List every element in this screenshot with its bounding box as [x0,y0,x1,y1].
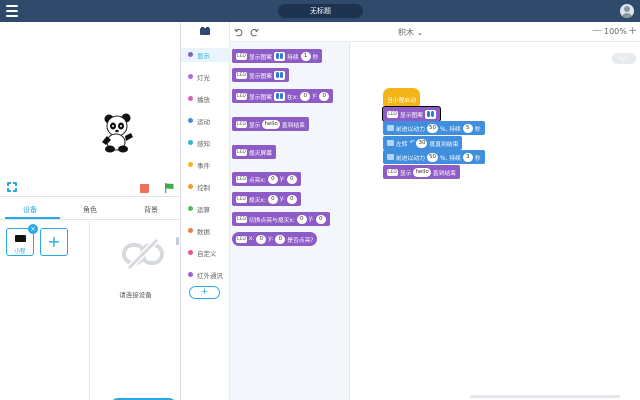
y-input[interactable]: 0 [319,91,330,101]
redo-icon[interactable] [250,28,259,37]
block-script-move-forward-2[interactable]: 前进以动力 50%, 持续 3 秒 [383,150,485,164]
disconnected-link-icon [122,237,164,272]
block-script-show-pattern[interactable]: LED 显示图案 [381,106,442,122]
blocks-dropdown[interactable]: 积木 ⌄ [398,27,423,38]
category-data[interactable]: 数据 [181,224,230,238]
text-input[interactable]: hello [262,119,280,129]
panel-resize-handle[interactable] [176,237,179,245]
category-events[interactable]: 事件 [181,158,230,172]
block-is-lit-xy[interactable]: LED x: 0 y: 0 是否点亮? [232,232,318,246]
block-script-show-text[interactable]: LED 显示 hello 直到结束 [383,165,460,179]
zoom-level: 100% [604,27,627,36]
code-view-toggle[interactable]: </> [612,53,636,64]
power-input[interactable]: 50 [427,152,438,162]
duration-input[interactable]: 5 [462,123,473,133]
block-script-turn-left[interactable]: 左转 ↶ 30 度直到结束 [383,136,463,150]
power-input[interactable]: 50 [427,123,438,133]
stage-panel: 设备 角色 背景 小程 × + 请连接设备 连接 [0,22,181,400]
category-custom[interactable]: 自定义 [181,246,230,260]
pattern-picker[interactable] [274,51,286,61]
block-show-text-until-done[interactable]: LED 显示 hello 直到结束 [232,117,309,131]
x-input[interactable]: 0 [296,214,307,224]
tab-underline [5,217,60,219]
add-extension-button[interactable]: + [189,286,220,299]
duration-input[interactable]: 1 [300,51,311,61]
device-card[interactable]: 小程 × [6,224,38,256]
y-input[interactable]: 0 [275,234,286,244]
fullscreen-icon[interactable] [6,181,18,193]
duration-input[interactable]: 3 [462,152,473,162]
block-light-up-xy[interactable]: LED 点亮x: 0 y: 0 [232,172,301,186]
top-bar: 无标题 [0,0,640,22]
horizontal-scrollbar[interactable] [470,395,620,398]
category-infrared[interactable]: 红外通讯 [181,268,230,282]
zoom-out-button[interactable]: — [592,25,602,36]
stage-tabs: 设备 角色 背景 [0,198,181,220]
device-area: 小程 × + 请连接设备 连接 [0,221,181,400]
block-show-pattern[interactable]: LED 显示图案 [232,68,290,82]
y-input[interactable]: 0 [315,214,326,224]
motion-icon [387,154,394,160]
block-when-start[interactable]: 当小程启动 [383,88,420,106]
divider [89,221,90,400]
green-flag-icon[interactable] [164,183,174,193]
avatar[interactable] [620,4,634,18]
project-title[interactable]: 无标题 [278,4,363,18]
category-operators[interactable]: 运算 [181,202,230,216]
y-input[interactable]: 0 [286,174,297,184]
workspace-toolbar: 积木 ⌄ — 100% + [230,22,640,42]
device-icon [200,27,210,35]
block-turn-off-xy[interactable]: LED 熄灭x: 0 y: 0 [232,192,301,206]
stop-button[interactable] [140,184,149,193]
add-device-button[interactable]: + [40,228,68,256]
y-input[interactable]: 0 [286,194,297,204]
category-list: 显示 灯光 播放 运动 感知 事件 控制 运算 数据 自定义 红外通讯 + [181,22,230,400]
stage-toolbar [0,179,181,197]
category-header [181,22,230,42]
category-control[interactable]: 控制 [181,180,230,194]
panda-sprite[interactable] [101,113,135,153]
tab-sprites[interactable]: 角色 [60,205,120,215]
block-toggle-xy[interactable]: LED 切换点亮与熄灭x: 0 y: 0 [232,212,330,226]
pattern-picker[interactable] [425,109,437,119]
category-display[interactable]: 显示 [181,48,230,62]
turn-left-icon: ↶ [409,140,415,146]
x-input[interactable]: 0 [267,174,278,184]
x-input[interactable]: 0 [267,194,278,204]
category-sound[interactable]: 播放 [181,92,230,106]
category-motion[interactable]: 运动 [181,114,230,128]
remove-device-badge[interactable]: × [28,224,38,234]
pattern-picker[interactable] [274,70,286,80]
zoom-in-button[interactable]: + [628,24,637,37]
connect-hint: 请连接设备 [119,291,152,299]
text-input[interactable]: hello [413,167,431,177]
category-lights[interactable]: 灯光 [181,70,230,84]
x-input[interactable]: 0 [300,91,311,101]
block-show-pattern-for-secs[interactable]: LED 显示图案 持续 1 秒 [232,49,323,63]
block-clear-screen[interactable]: LED 熄灭屏幕 [232,145,277,159]
device-thumbnail [15,235,26,242]
menu-icon[interactable] [6,5,18,17]
pattern-picker[interactable] [274,91,286,101]
motion-icon [387,140,394,146]
motion-icon [387,125,394,131]
tab-devices[interactable]: 设备 [0,205,60,215]
undo-icon[interactable] [234,28,243,37]
block-show-pattern-at-xy[interactable]: LED 显示图案 在x: 0 y: 0 [232,89,334,103]
degrees-input[interactable]: 30 [416,138,428,148]
device-name: 小程 [14,249,26,255]
block-script-move-forward[interactable]: 前进以动力 50%, 持续 5 秒 [383,121,485,135]
stage-canvas[interactable] [3,25,178,175]
category-sensing[interactable]: 感知 [181,136,230,150]
tab-backgrounds[interactable]: 背景 [121,205,181,215]
x-input[interactable]: 0 [256,234,267,244]
